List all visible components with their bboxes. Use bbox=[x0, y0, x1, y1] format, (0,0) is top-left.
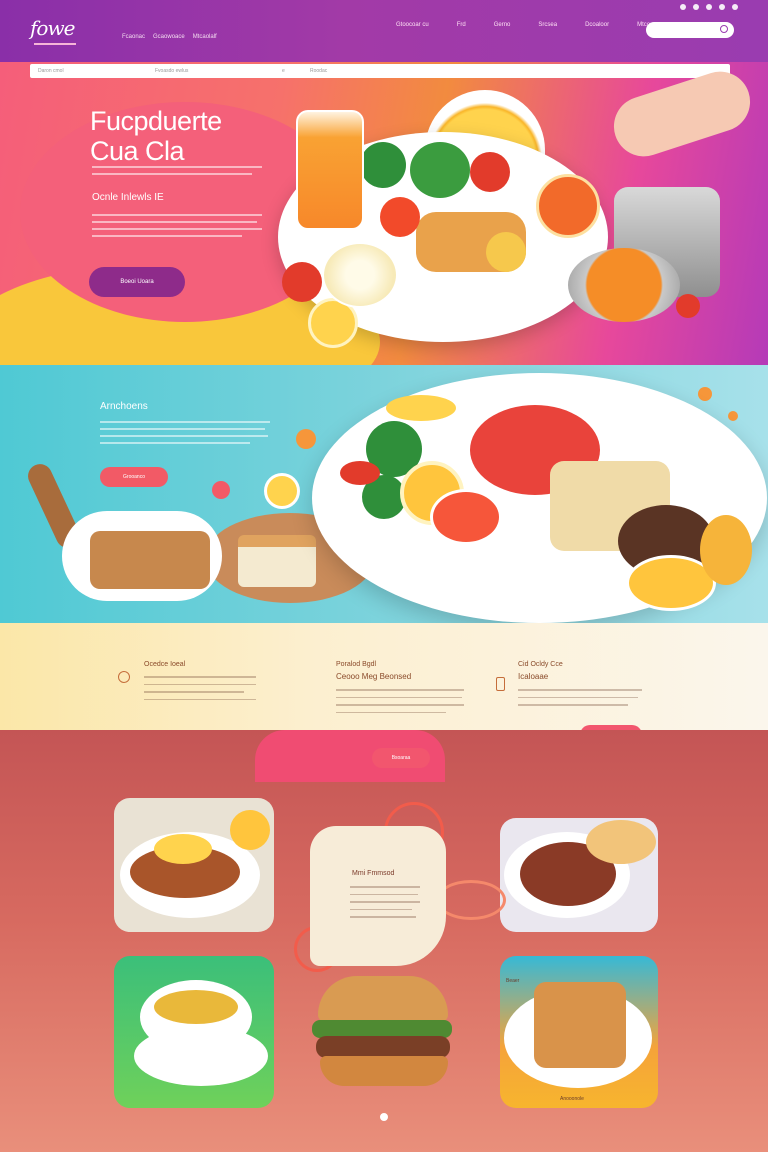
broccoli-image bbox=[360, 142, 406, 188]
gallery-button[interactable]: Bsoaraa bbox=[372, 748, 430, 768]
hero-section: Daron cmol Fvoasdo ewlus e Roodac Fucpdu… bbox=[0, 62, 768, 365]
hero-title-line: Fucpduerte bbox=[90, 106, 222, 136]
featured-dish-section: Arnchoens Grooanco bbox=[0, 365, 768, 623]
dot-icon[interactable] bbox=[706, 4, 712, 10]
dot-icon[interactable] bbox=[732, 4, 738, 10]
salad-image bbox=[154, 990, 238, 1024]
hero-subtitle: Ocnle Inlewls IE bbox=[92, 192, 164, 203]
bruschetta-image bbox=[90, 531, 210, 589]
top-link[interactable]: Fcaonac bbox=[122, 34, 145, 40]
section-title: Arnchoens bbox=[100, 401, 148, 412]
lemon-image bbox=[386, 395, 456, 421]
hero-body-lines bbox=[92, 214, 262, 242]
tomato-image bbox=[470, 152, 510, 192]
dot-icon[interactable] bbox=[693, 4, 699, 10]
logo-underline bbox=[34, 43, 76, 45]
juice-jar-image bbox=[296, 110, 364, 230]
top-header: fowe Fcaonac Gcaowoace Mtcaolalf Gtoocoa… bbox=[0, 0, 768, 70]
tile-label: Anooonole bbox=[560, 1096, 584, 1102]
gallery-tile[interactable] bbox=[114, 956, 274, 1108]
soup-bowl-image bbox=[568, 248, 680, 322]
search-input[interactable] bbox=[646, 22, 734, 38]
feature-subtitle: Icaloaae bbox=[518, 672, 549, 681]
pepper-image bbox=[380, 197, 420, 237]
nav-item[interactable]: Gtoocoar cu bbox=[396, 22, 429, 28]
bun-image bbox=[586, 820, 656, 864]
pepper-image bbox=[340, 461, 380, 485]
subnav-item[interactable]: Roodac bbox=[310, 68, 327, 74]
featured-title: Mmi Fmmsod bbox=[352, 870, 395, 877]
orange-slice-image bbox=[536, 174, 600, 238]
cream-dip-image bbox=[322, 242, 398, 308]
decor-dot bbox=[212, 481, 230, 499]
feature-title: Poralod Bgdl bbox=[336, 661, 377, 668]
subnav-item[interactable]: Daron cmol bbox=[38, 68, 64, 74]
subnav-item[interactable]: Fvoasdo ewlus bbox=[155, 68, 188, 74]
feature-text-lines bbox=[518, 689, 648, 706]
lemon-image bbox=[230, 810, 270, 850]
burger-patty-image bbox=[316, 1036, 450, 1058]
top-link[interactable]: Mtcaolalf bbox=[193, 34, 217, 40]
document-icon bbox=[496, 677, 505, 691]
tomato-slice-image bbox=[430, 489, 502, 545]
orange-slice-image bbox=[700, 515, 752, 585]
hero-cta-button[interactable]: Boeoi Uoara bbox=[89, 267, 185, 297]
subnav-item[interactable]: e bbox=[282, 68, 285, 74]
hand-image bbox=[606, 63, 758, 165]
hero-title: Fucpduerte Cua Cla bbox=[90, 106, 222, 166]
dot-icon[interactable] bbox=[719, 4, 725, 10]
burger-bun-image bbox=[318, 976, 448, 1022]
featured-text-lines bbox=[350, 886, 422, 924]
burger-bottom-image bbox=[320, 1056, 448, 1086]
decor-dot bbox=[698, 387, 712, 401]
feature-title: Cid Ocldy Cce bbox=[518, 661, 563, 668]
lemon-image bbox=[486, 232, 526, 272]
clock-icon bbox=[118, 671, 130, 683]
broccoli-image bbox=[410, 142, 470, 198]
gallery-tile[interactable] bbox=[500, 818, 658, 932]
feature-text-lines bbox=[144, 676, 264, 700]
feature-card: Ocedce Ioeal bbox=[144, 661, 264, 706]
section-text-lines bbox=[100, 421, 270, 449]
pager-dot[interactable] bbox=[380, 1113, 388, 1121]
feature-title: Ocedce Ioeal bbox=[144, 661, 186, 668]
lemon-image bbox=[264, 473, 300, 509]
feature-subtitle: Ceooo Meg Beonsed bbox=[336, 672, 412, 681]
gallery-tile[interactable]: Beaer Anooonole bbox=[500, 956, 658, 1108]
main-nav: Gtoocoar cu Frd Gerno Srcsea Dcoaloor Mt… bbox=[396, 22, 652, 28]
decor-swirl bbox=[436, 880, 506, 920]
tomato-image bbox=[676, 294, 700, 318]
tomato-image bbox=[282, 262, 322, 302]
gallery-tile[interactable] bbox=[114, 798, 274, 932]
top-link[interactable]: Gcaowoace bbox=[153, 34, 185, 40]
nav-item[interactable]: Dcoaloor bbox=[585, 22, 609, 28]
lemon-image bbox=[154, 834, 212, 864]
hero-text-lines bbox=[92, 166, 262, 180]
brand-logo[interactable]: fowe bbox=[30, 16, 75, 40]
feature-card: Poralod Bgdl Ceooo Meg Beonsed bbox=[336, 661, 466, 719]
feature-text-lines bbox=[336, 689, 466, 713]
gallery-section: Bsoaraa Beaer Anooonole Mmi Fmmsod bbox=[0, 730, 768, 1152]
top-links: Fcaonac Gcaowoace Mtcaolalf bbox=[122, 34, 217, 40]
section-cta-button[interactable]: Grooanco bbox=[100, 467, 168, 487]
search-icon[interactable] bbox=[720, 25, 728, 33]
decor-dot bbox=[728, 411, 738, 421]
decor-dot bbox=[296, 429, 316, 449]
hero-subnav: Daron cmol Fvoasdo ewlus e Roodac bbox=[30, 64, 730, 78]
tile-label: Beaer bbox=[506, 978, 520, 984]
feature-card: Cid Ocldy Cce Icaloaae bbox=[518, 661, 648, 712]
nav-item[interactable]: Frd bbox=[457, 22, 466, 28]
sandwich-image bbox=[238, 535, 316, 587]
dot-icon[interactable] bbox=[680, 4, 686, 10]
nav-item[interactable]: Gerno bbox=[494, 22, 511, 28]
sandwich-image bbox=[534, 982, 626, 1068]
hero-title-line: Cua Cla bbox=[90, 136, 185, 166]
window-dots bbox=[680, 4, 738, 10]
nav-item[interactable]: Srcsea bbox=[538, 22, 557, 28]
